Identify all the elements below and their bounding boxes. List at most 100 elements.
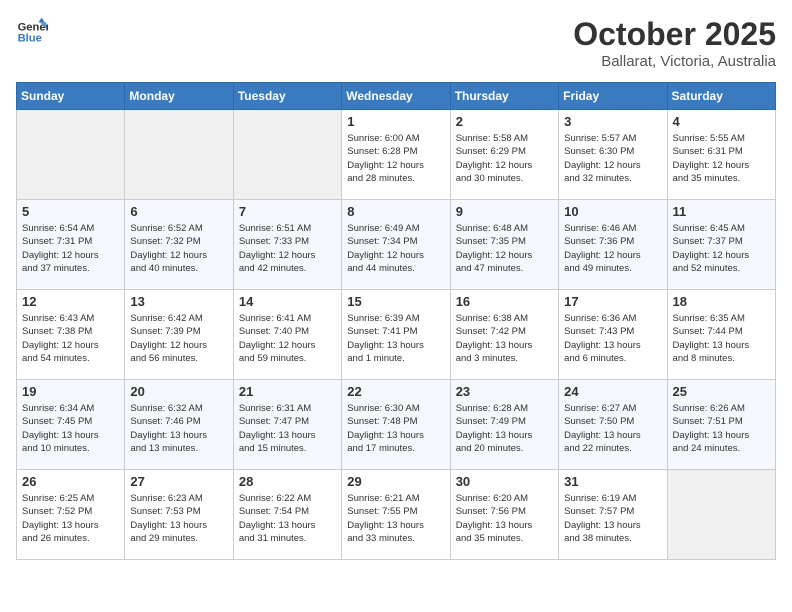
day-number: 18 xyxy=(673,294,770,309)
logo-icon: General Blue xyxy=(16,16,48,48)
calendar-cell: 25 Sunrise: 6:26 AM Sunset: 7:51 PM Dayli… xyxy=(667,380,775,470)
calendar-cell xyxy=(17,110,125,200)
day-number: 8 xyxy=(347,204,444,219)
svg-text:Blue: Blue xyxy=(18,33,42,45)
weekday-header-thursday: Thursday xyxy=(450,83,558,110)
day-number: 1 xyxy=(347,114,444,129)
day-info: Sunrise: 6:19 AM Sunset: 7:57 PM Dayligh… xyxy=(564,492,661,545)
day-info: Sunrise: 6:26 AM Sunset: 7:51 PM Dayligh… xyxy=(673,402,770,455)
day-info: Sunrise: 6:21 AM Sunset: 7:55 PM Dayligh… xyxy=(347,492,444,545)
day-info: Sunrise: 6:34 AM Sunset: 7:45 PM Dayligh… xyxy=(22,402,119,455)
calendar-cell: 23 Sunrise: 6:28 AM Sunset: 7:49 PM Dayli… xyxy=(450,380,558,470)
day-info: Sunrise: 6:38 AM Sunset: 7:42 PM Dayligh… xyxy=(456,312,553,365)
day-info: Sunrise: 6:48 AM Sunset: 7:35 PM Dayligh… xyxy=(456,222,553,275)
day-number: 24 xyxy=(564,384,661,399)
day-number: 19 xyxy=(22,384,119,399)
day-info: Sunrise: 5:57 AM Sunset: 6:30 PM Dayligh… xyxy=(564,132,661,185)
day-info: Sunrise: 6:20 AM Sunset: 7:56 PM Dayligh… xyxy=(456,492,553,545)
week-row-1: 1 Sunrise: 6:00 AM Sunset: 6:28 PM Daylig… xyxy=(17,110,776,200)
day-number: 10 xyxy=(564,204,661,219)
week-row-5: 26Sunrise: 6:25 AM Sunset: 7:52 PM Dayli… xyxy=(17,470,776,560)
day-number: 2 xyxy=(456,114,553,129)
day-number: 21 xyxy=(239,384,336,399)
weekday-header-wednesday: Wednesday xyxy=(342,83,450,110)
day-number: 30 xyxy=(456,474,553,489)
day-info: Sunrise: 6:31 AM Sunset: 7:47 PM Dayligh… xyxy=(239,402,336,455)
calendar-cell: 10Sunrise: 6:46 AM Sunset: 7:36 PM Dayli… xyxy=(559,200,667,290)
calendar-cell: 26Sunrise: 6:25 AM Sunset: 7:52 PM Dayli… xyxy=(17,470,125,560)
day-number: 16 xyxy=(456,294,553,309)
calendar-cell: 22 Sunrise: 6:30 AM Sunset: 7:48 PM Dayli… xyxy=(342,380,450,470)
day-info: Sunrise: 6:51 AM Sunset: 7:33 PM Dayligh… xyxy=(239,222,336,275)
calendar-cell: 20 Sunrise: 6:32 AM Sunset: 7:46 PM Dayli… xyxy=(125,380,233,470)
calendar-cell: 12 Sunrise: 6:43 AM Sunset: 7:38 PM Dayli… xyxy=(17,290,125,380)
day-number: 12 xyxy=(22,294,119,309)
day-info: Sunrise: 6:54 AM Sunset: 7:31 PM Dayligh… xyxy=(22,222,119,275)
day-number: 28 xyxy=(239,474,336,489)
day-number: 25 xyxy=(673,384,770,399)
day-info: Sunrise: 6:32 AM Sunset: 7:46 PM Dayligh… xyxy=(130,402,227,455)
calendar-cell xyxy=(233,110,341,200)
calendar-cell: 18Sunrise: 6:35 AM Sunset: 7:44 PM Dayli… xyxy=(667,290,775,380)
calendar-cell: 4 Sunrise: 5:55 AM Sunset: 6:31 PM Daylig… xyxy=(667,110,775,200)
calendar-cell: 8 Sunrise: 6:49 AM Sunset: 7:34 PM Daylig… xyxy=(342,200,450,290)
calendar-cell: 7 Sunrise: 6:51 AM Sunset: 7:33 PM Daylig… xyxy=(233,200,341,290)
day-info: Sunrise: 6:45 AM Sunset: 7:37 PM Dayligh… xyxy=(673,222,770,275)
week-row-3: 12 Sunrise: 6:43 AM Sunset: 7:38 PM Dayli… xyxy=(17,290,776,380)
location: Ballarat, Victoria, Australia xyxy=(573,53,776,70)
day-number: 29 xyxy=(347,474,444,489)
calendar-body: 1 Sunrise: 6:00 AM Sunset: 6:28 PM Daylig… xyxy=(17,110,776,560)
page-header: General Blue October 2025 Ballarat, Vict… xyxy=(16,16,776,70)
day-number: 11 xyxy=(673,204,770,219)
calendar-cell: 24Sunrise: 6:27 AM Sunset: 7:50 PM Dayli… xyxy=(559,380,667,470)
day-number: 7 xyxy=(239,204,336,219)
day-number: 9 xyxy=(456,204,553,219)
day-number: 17 xyxy=(564,294,661,309)
day-number: 22 xyxy=(347,384,444,399)
calendar-cell xyxy=(125,110,233,200)
calendar-cell: 1 Sunrise: 6:00 AM Sunset: 6:28 PM Daylig… xyxy=(342,110,450,200)
calendar-cell: 16 Sunrise: 6:38 AM Sunset: 7:42 PM Dayli… xyxy=(450,290,558,380)
day-number: 23 xyxy=(456,384,553,399)
day-number: 6 xyxy=(130,204,227,219)
weekday-header-tuesday: Tuesday xyxy=(233,83,341,110)
week-row-2: 5 Sunrise: 6:54 AM Sunset: 7:31 PM Daylig… xyxy=(17,200,776,290)
calendar-table: SundayMondayTuesdayWednesdayThursdayFrid… xyxy=(16,82,776,560)
day-info: Sunrise: 6:00 AM Sunset: 6:28 PM Dayligh… xyxy=(347,132,444,185)
weekday-header-sunday: Sunday xyxy=(17,83,125,110)
day-number: 3 xyxy=(564,114,661,129)
calendar-cell: 30 Sunrise: 6:20 AM Sunset: 7:56 PM Dayli… xyxy=(450,470,558,560)
day-number: 31 xyxy=(564,474,661,489)
day-info: Sunrise: 6:39 AM Sunset: 7:41 PM Dayligh… xyxy=(347,312,444,365)
day-info: Sunrise: 6:52 AM Sunset: 7:32 PM Dayligh… xyxy=(130,222,227,275)
calendar-cell: 21 Sunrise: 6:31 AM Sunset: 7:47 PM Dayli… xyxy=(233,380,341,470)
day-number: 5 xyxy=(22,204,119,219)
calendar-cell: 11 Sunrise: 6:45 AM Sunset: 7:37 PM Dayli… xyxy=(667,200,775,290)
day-number: 20 xyxy=(130,384,227,399)
calendar-cell: 15Sunrise: 6:39 AM Sunset: 7:41 PM Dayli… xyxy=(342,290,450,380)
day-info: Sunrise: 6:22 AM Sunset: 7:54 PM Dayligh… xyxy=(239,492,336,545)
day-info: Sunrise: 6:41 AM Sunset: 7:40 PM Dayligh… xyxy=(239,312,336,365)
title-block: October 2025 Ballarat, Victoria, Austral… xyxy=(573,16,776,70)
day-info: Sunrise: 5:58 AM Sunset: 6:29 PM Dayligh… xyxy=(456,132,553,185)
calendar-cell: 2 Sunrise: 5:58 AM Sunset: 6:29 PM Daylig… xyxy=(450,110,558,200)
calendar-cell xyxy=(667,470,775,560)
day-info: Sunrise: 5:55 AM Sunset: 6:31 PM Dayligh… xyxy=(673,132,770,185)
day-info: Sunrise: 6:30 AM Sunset: 7:48 PM Dayligh… xyxy=(347,402,444,455)
weekday-header-monday: Monday xyxy=(125,83,233,110)
day-info: Sunrise: 6:28 AM Sunset: 7:49 PM Dayligh… xyxy=(456,402,553,455)
day-number: 4 xyxy=(673,114,770,129)
calendar-cell: 29 Sunrise: 6:21 AM Sunset: 7:55 PM Dayli… xyxy=(342,470,450,560)
calendar-cell: 31 Sunrise: 6:19 AM Sunset: 7:57 PM Dayli… xyxy=(559,470,667,560)
calendar-cell: 6 Sunrise: 6:52 AM Sunset: 7:32 PM Daylig… xyxy=(125,200,233,290)
weekday-header: SundayMondayTuesdayWednesdayThursdayFrid… xyxy=(17,83,776,110)
logo: General Blue xyxy=(16,16,48,48)
calendar-cell: 13Sunrise: 6:42 AM Sunset: 7:39 PM Dayli… xyxy=(125,290,233,380)
calendar-cell: 28 Sunrise: 6:22 AM Sunset: 7:54 PM Dayli… xyxy=(233,470,341,560)
day-info: Sunrise: 6:42 AM Sunset: 7:39 PM Dayligh… xyxy=(130,312,227,365)
day-info: Sunrise: 6:43 AM Sunset: 7:38 PM Dayligh… xyxy=(22,312,119,365)
day-number: 14 xyxy=(239,294,336,309)
weekday-header-saturday: Saturday xyxy=(667,83,775,110)
day-info: Sunrise: 6:36 AM Sunset: 7:43 PM Dayligh… xyxy=(564,312,661,365)
day-info: Sunrise: 6:49 AM Sunset: 7:34 PM Dayligh… xyxy=(347,222,444,275)
